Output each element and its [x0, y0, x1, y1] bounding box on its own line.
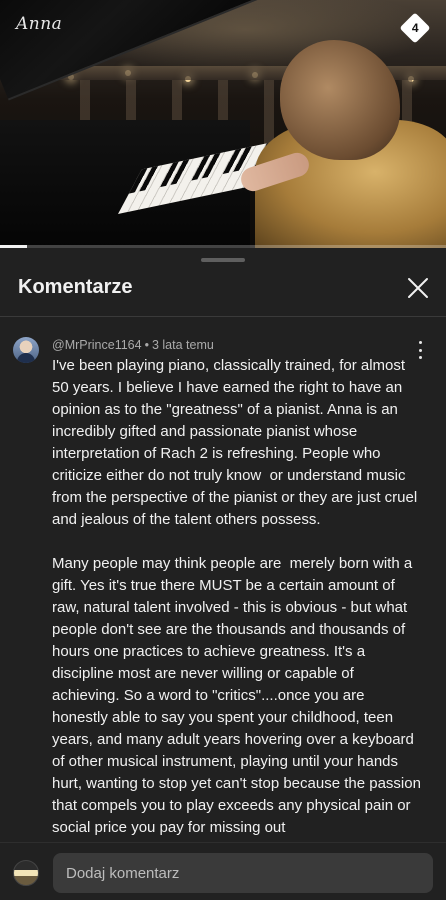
comment-item: @MrPrince1164 • 3 lata temu I've been play…	[0, 317, 446, 842]
my-avatar	[13, 860, 39, 886]
meta-separator: •	[144, 338, 149, 352]
comment-body: I've been playing piano, classically tra…	[52, 355, 422, 842]
channel-logo: Anna	[16, 14, 63, 34]
drag-handle[interactable]	[201, 258, 245, 262]
comment-paragraph: Many people may think people are merely …	[52, 555, 426, 836]
comments-title: Komentarze	[18, 276, 133, 298]
more-vert-icon	[418, 341, 422, 344]
comment-paragraph: I've been playing piano, classically tra…	[52, 357, 422, 528]
diamond-badge-icon: 4	[399, 12, 431, 44]
video-player[interactable]: Anna 4	[0, 0, 446, 248]
comment-time: 3 lata temu	[151, 338, 214, 352]
footer-divider	[0, 842, 446, 843]
comment-meta: @MrPrince1164 • 3 lata temu	[52, 338, 214, 352]
comments-sheet: Komentarze @MrPrince1164 • 3 lata temu I'v…	[0, 248, 446, 900]
avatar[interactable]	[13, 337, 39, 363]
close-icon	[408, 278, 428, 298]
close-button[interactable]	[404, 274, 432, 302]
add-comment-input[interactable]	[53, 853, 433, 893]
comment-author[interactable]: @MrPrince1164	[52, 338, 142, 352]
